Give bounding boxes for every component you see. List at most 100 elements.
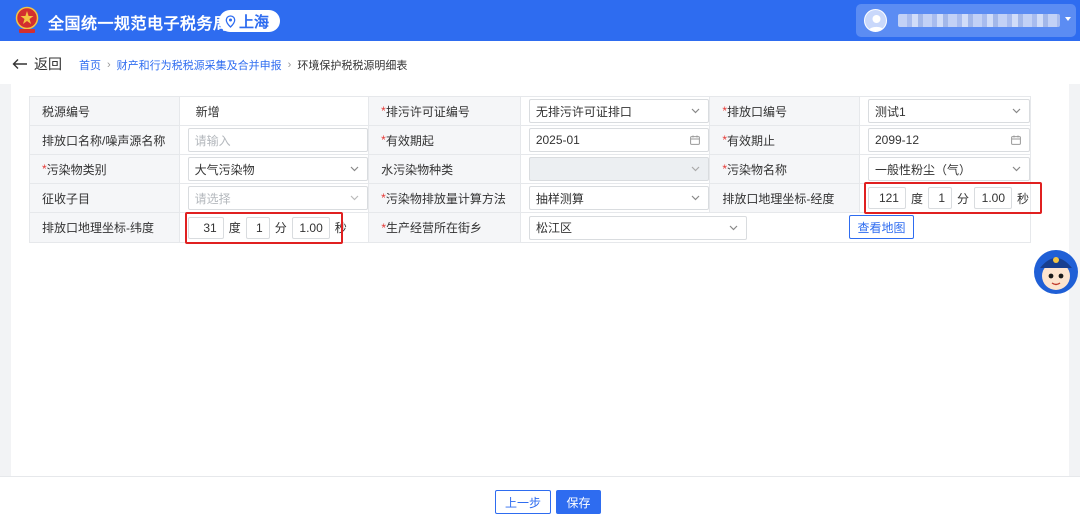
longitude-degree-input[interactable]: 121 <box>867 187 906 209</box>
tax-sub-item-cell: 请选择 <box>180 184 370 212</box>
app-title: 全国统一规范电子税务局 <box>48 16 230 33</box>
outlet-name-input[interactable]: 请输入 <box>187 128 368 152</box>
calendar-icon <box>1011 135 1021 145</box>
street-select[interactable]: 松江区 <box>529 215 748 240</box>
permit-no-select[interactable]: 无排污许可证排口 <box>528 99 709 123</box>
valid-to-cell: 2099-12 <box>860 126 1030 154</box>
previous-step-button[interactable]: 上一步 <box>495 490 551 514</box>
outlet-no-value: 测试1 <box>874 104 906 119</box>
calc-method-select[interactable]: 抽样测算 <box>528 186 709 210</box>
chevron-down-icon <box>350 166 359 172</box>
degree-unit: 度 <box>228 221 241 235</box>
assistant-mascot-icon[interactable] <box>1030 244 1080 296</box>
label-outlet-no: * 排放口编号 <box>710 97 860 125</box>
label-valid-to: * 有效期止 <box>710 126 860 154</box>
pollutant-name-cell: 一般性粉尘（气） <box>860 155 1030 183</box>
latitude-degree-input[interactable]: 31 <box>187 216 224 239</box>
label-longitude: 排放口地理坐标-经度 <box>710 184 860 212</box>
longitude-minute-input[interactable]: 1 <box>928 187 952 209</box>
label-latitude: 排放口地理坐标-纬度 <box>30 213 180 242</box>
chevron-down-icon <box>350 195 359 201</box>
permit-no-cell: 无排污许可证排口 <box>521 97 711 125</box>
breadcrumb: 首页 › 财产和行为税税源采集及合并申报 › 环境保护税税源明细表 <box>79 57 407 73</box>
label-permit-no-text: 排污许可证编号 <box>385 104 470 119</box>
chevron-down-icon <box>691 108 700 114</box>
label-tax-source-no: 税源编号 <box>30 97 180 125</box>
label-tax-sub-item: 征收子目 <box>30 184 180 212</box>
label-pollutant-name: * 污染物名称 <box>710 155 860 183</box>
label-water-pollutant-type: 水污染物种类 <box>369 155 521 183</box>
water-pollutant-type-select[interactable] <box>528 157 709 181</box>
latitude-coordinate: 31 度 1 分 1.00 秒 <box>187 216 352 239</box>
latitude-cell: 31 度 1 分 1.00 秒 <box>180 213 370 242</box>
chevron-down-icon <box>1012 166 1021 172</box>
pollutant-category-select[interactable]: 大气污染物 <box>187 157 368 181</box>
water-pollutant-type-cell <box>521 155 711 183</box>
valid-to-picker[interactable]: 2099-12 <box>867 128 1030 152</box>
valid-from-cell: 2025-01 <box>521 126 711 154</box>
view-map-button[interactable]: 查看地图 <box>849 215 914 239</box>
label-calc-method: * 污染物排放量计算方法 <box>369 184 521 212</box>
label-pollutant-category: * 污染物类别 <box>30 155 180 183</box>
label-pollutant-name-text: 污染物名称 <box>727 162 788 177</box>
label-street-text: 生产经营所在街乡 <box>386 221 483 235</box>
calendar-icon <box>689 135 700 145</box>
longitude-coordinate: 121 度 1 分 1.00 秒 <box>867 187 1034 209</box>
tax-source-no-value: 新增 <box>180 97 370 125</box>
pollutant-name-select[interactable]: 一般性粉尘（气） <box>867 157 1030 181</box>
minute-unit: 分 <box>957 191 970 206</box>
street-value: 松江区 <box>536 221 573 235</box>
longitude-cell: 121 度 1 分 1.00 秒 <box>860 184 1030 212</box>
breadcrumb-current: 环境保护税税源明细表 <box>297 60 408 72</box>
user-avatar-icon <box>868 15 885 31</box>
second-unit: 秒 <box>334 221 347 235</box>
pollutant-category-value: 大气污染物 <box>194 162 255 177</box>
location-label: 上海 <box>239 13 270 31</box>
label-outlet-no-text: 排放口编号 <box>727 104 788 119</box>
longitude-second-input[interactable]: 1.00 <box>974 187 1013 209</box>
label-valid-from-text: 有效期起 <box>385 133 434 148</box>
arrow-left-icon <box>12 59 27 69</box>
chevron-down-icon <box>691 166 700 172</box>
tax-bureau-emblem-icon <box>15 6 39 33</box>
valid-from-picker[interactable]: 2025-01 <box>528 128 709 152</box>
chevron-down-icon <box>729 225 738 230</box>
pollutant-category-cell: 大气污染物 <box>180 155 370 183</box>
minute-unit: 分 <box>274 221 287 235</box>
outlet-no-select[interactable]: 测试1 <box>867 99 1030 123</box>
latitude-minute-input[interactable]: 1 <box>245 216 270 239</box>
degree-unit: 度 <box>910 191 923 206</box>
form-row: 排放口名称/噪声源名称 请输入 * 有效期起 2025-01 * 有效期止 2099… <box>30 126 1030 155</box>
user-name-redacted <box>898 14 1060 27</box>
breadcrumb-category[interactable]: 财产和行为税税源采集及合并申报 <box>117 57 282 73</box>
top-header: 全国统一规范电子税务局 上海 <box>0 0 1080 41</box>
label-permit-no: * 排污许可证编号 <box>369 97 521 125</box>
back-button[interactable]: 返回 <box>12 54 62 74</box>
label-street: * 生产经营所在街乡 <box>369 213 522 242</box>
form-row: 征收子目 请选择 * 污染物排放量计算方法 抽样测算 排放口地理坐标-经度 121… <box>30 184 1030 213</box>
back-label: 返回 <box>34 56 62 72</box>
form-row: 税源编号 新增 * 排污许可证编号 无排污许可证排口 * 排放口编号 测试1 <box>30 97 1030 126</box>
outlet-no-cell: 测试1 <box>860 97 1030 125</box>
tax-source-no-text: 新增 <box>195 104 220 119</box>
latitude-second-input[interactable]: 1.00 <box>291 216 330 239</box>
tax-sub-item-select[interactable]: 请选择 <box>187 186 368 210</box>
label-valid-from: * 有效期起 <box>369 126 521 154</box>
pollutant-name-value: 一般性粉尘（气） <box>874 162 971 177</box>
chevron-down-icon <box>691 195 700 201</box>
save-button[interactable]: 保存 <box>556 490 601 514</box>
tax-sub-item-placeholder: 请选择 <box>194 191 231 206</box>
outlet-name-cell: 请输入 <box>180 126 370 154</box>
location-selector[interactable]: 上海 <box>219 10 280 32</box>
label-calc-method-text: 污染物排放量计算方法 <box>385 191 506 206</box>
avatar <box>864 9 887 32</box>
user-menu[interactable] <box>856 4 1076 37</box>
label-outlet-name: 排放口名称/噪声源名称 <box>30 126 180 154</box>
permit-no-value: 无排污许可证排口 <box>535 104 632 119</box>
valid-from-value: 2025-01 <box>535 133 580 147</box>
caret-down-icon <box>1065 17 1071 21</box>
breadcrumb-separator-icon: › <box>107 59 111 71</box>
breadcrumb-separator-icon: › <box>287 59 292 71</box>
breadcrumb-home[interactable]: 首页 <box>79 57 101 73</box>
breadcrumb-bar: 返回 首页 › 财产和行为税税源采集及合并申报 › 环境保护税税源明细表 <box>0 41 1080 84</box>
